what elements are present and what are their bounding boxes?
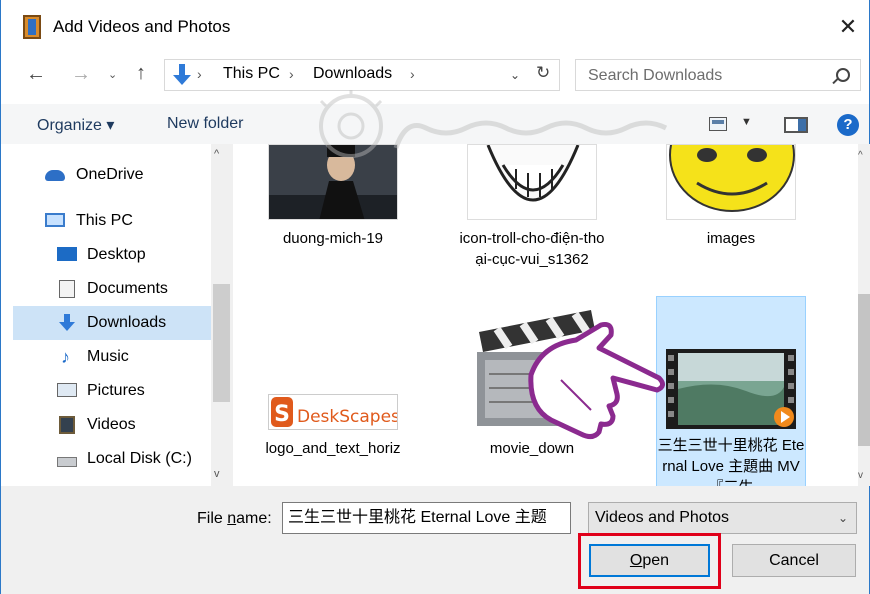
- preview-pane-icon[interactable]: [784, 117, 808, 133]
- add-videos-photos-dialog: Add Videos and Photos ✕ ← → ⌄ ↑ › This P…: [0, 0, 870, 594]
- chevron-down-icon[interactable]: ⌄: [838, 503, 848, 533]
- file-type-value: Videos and Photos: [595, 509, 730, 526]
- search-input[interactable]: Search Downloads: [575, 59, 861, 91]
- sidebar-item-label: Desktop: [87, 246, 146, 263]
- search-icon[interactable]: [836, 68, 850, 82]
- breadcrumb-separator-icon[interactable]: ›: [197, 66, 202, 82]
- sidebar-item-this-pc[interactable]: This PC: [1, 204, 211, 238]
- window-title: Add Videos and Photos: [53, 17, 231, 36]
- sidebar-scrollbar[interactable]: ^ v: [211, 144, 233, 486]
- music-icon: ♪: [61, 347, 70, 367]
- downloads-icon: [173, 64, 191, 86]
- scroll-up-icon[interactable]: ^: [214, 148, 219, 160]
- deskscapes-logo-thumbnail: S DeskScapes: [268, 394, 398, 430]
- sidebar-item-downloads[interactable]: Downloads: [13, 306, 211, 340]
- video-thumbnail: [666, 349, 796, 429]
- photo-thumbnail: [268, 144, 398, 220]
- videos-icon: [59, 416, 75, 434]
- help-icon[interactable]: ?: [837, 114, 859, 136]
- address-dropdown-icon[interactable]: ⌄: [510, 68, 520, 82]
- desktop-icon: [57, 247, 77, 261]
- sidebar-item-pictures[interactable]: Pictures: [1, 374, 211, 408]
- sidebar-item-documents[interactable]: Documents: [1, 272, 211, 306]
- sidebar-item-label: Local Disk (C:): [87, 450, 192, 467]
- files-scrollbar[interactable]: ^ v: [858, 144, 870, 486]
- title-bar: Add Videos and Photos ✕: [1, 0, 869, 56]
- file-name: images: [706, 230, 756, 247]
- file-name-value: 三生三世十里桃花 Eternal Love 主题: [288, 509, 547, 526]
- recent-locations-chevron-icon[interactable]: ⌄: [108, 68, 117, 81]
- scroll-up-icon[interactable]: ^: [858, 150, 863, 161]
- breadcrumb-separator-icon[interactable]: ›: [410, 66, 415, 82]
- computer-icon: [45, 213, 65, 227]
- new-folder-button[interactable]: New folder: [167, 115, 243, 133]
- close-button[interactable]: ✕: [833, 12, 863, 42]
- sidebar-item-label: Music: [87, 348, 129, 365]
- organize-menu-button[interactable]: Organize ▾: [37, 115, 114, 135]
- file-name-label-accesskey: n: [227, 510, 237, 527]
- up-arrow-icon[interactable]: ↑: [136, 62, 146, 85]
- open-accesskey: O: [629, 552, 643, 569]
- file-name: logo_and_text_horiz: [265, 440, 401, 457]
- change-view-icon[interactable]: [709, 117, 727, 131]
- forward-arrow-icon[interactable]: →: [71, 63, 91, 86]
- file-name: 三生三世十里桃花 Eternal Love 主題曲 MV『三生: [657, 437, 805, 486]
- dialog-footer: File name: 三生三世十里桃花 Eternal Love 主题 ⌄ Vi…: [1, 486, 869, 594]
- file-type-select[interactable]: Videos and Photos ⌄: [588, 502, 857, 534]
- cancel-button[interactable]: Cancel: [732, 544, 856, 577]
- sidebar-item-videos[interactable]: Videos: [1, 408, 211, 442]
- scroll-down-icon[interactable]: v: [214, 468, 220, 480]
- sidebar-item-label: Pictures: [87, 382, 145, 399]
- disk-icon: [57, 457, 77, 467]
- file-name-field[interactable]: 三生三世十里桃花 Eternal Love 主题 ⌄: [282, 502, 571, 534]
- documents-icon: [59, 280, 75, 298]
- view-options-dropdown-icon[interactable]: ▼: [741, 116, 752, 128]
- sidebar-item-label: This PC: [76, 212, 133, 229]
- scrollbar-thumb[interactable]: [858, 294, 870, 446]
- file-name-label-part: File: [197, 510, 228, 527]
- breadcrumb-this-pc[interactable]: This PC: [223, 65, 280, 83]
- pictures-icon: [57, 383, 77, 397]
- breadcrumb-downloads[interactable]: Downloads: [313, 65, 392, 83]
- file-name: icon-troll-cho-điện-thoại-cục-vui_s1362: [459, 230, 605, 268]
- open-label: pen: [642, 552, 670, 569]
- sidebar-item-music[interactable]: ♪ Music: [1, 340, 211, 374]
- back-arrow-icon[interactable]: ←: [26, 63, 46, 86]
- breadcrumb-separator-icon[interactable]: ›: [289, 66, 294, 82]
- clapperboard-thumbnail: [467, 302, 597, 430]
- command-bar: Organize ▾ New folder ▼ ?: [1, 104, 869, 144]
- logo-letter: S: [274, 402, 290, 427]
- scroll-down-icon[interactable]: v: [858, 470, 863, 481]
- navigation-pane: OneDrive This PC Desktop Documents Downl…: [1, 144, 233, 486]
- sidebar-item-local-disk[interactable]: Local Disk (C:): [1, 442, 211, 476]
- sidebar-item-desktop[interactable]: Desktop: [1, 238, 211, 272]
- refresh-icon[interactable]: ↻: [536, 63, 550, 83]
- cloud-icon: [45, 170, 65, 181]
- sidebar-item-label: Downloads: [87, 314, 167, 331]
- address-bar[interactable]: › This PC › Downloads › ⌄ ↻: [164, 59, 560, 91]
- logo-text: DeskScapes: [297, 407, 398, 427]
- sidebar-item-label: Videos: [87, 416, 136, 433]
- yellow-face-thumbnail: [666, 144, 796, 220]
- file-list: duong-mich-19 icon-troll-cho-điện-thoại-…: [233, 144, 858, 486]
- sidebar-item-label: OneDrive: [76, 166, 144, 183]
- file-name-label: File name:: [197, 510, 272, 528]
- sidebar-item-label: Documents: [87, 280, 168, 297]
- open-button[interactable]: Open: [589, 544, 710, 577]
- file-name: movie_down: [489, 440, 575, 457]
- file-name: duong-mich-19: [282, 230, 384, 247]
- search-placeholder: Search Downloads: [588, 67, 723, 84]
- downloads-icon: [59, 314, 75, 332]
- film-strip-icon: [23, 15, 41, 39]
- sidebar-item-onedrive[interactable]: OneDrive: [1, 158, 211, 192]
- troll-face-thumbnail: [467, 144, 597, 220]
- file-name-label-part: ame:: [236, 510, 272, 527]
- scrollbar-thumb[interactable]: [213, 284, 230, 402]
